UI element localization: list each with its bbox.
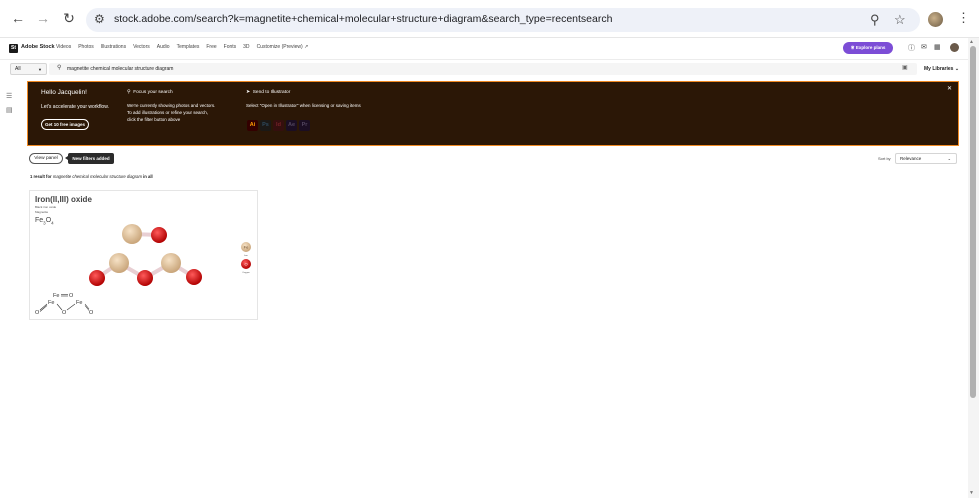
arrow-right-icon[interactable]: → <box>35 10 51 26</box>
apps-grid-icon[interactable]: ▦ <box>934 43 941 51</box>
send-illustrator-tip: ➤ Send to Illustrator Select "Open in Il… <box>246 90 361 108</box>
browser-toolbar: ← → ↻ ⚙ stock.adobe.com/search?k=magneti… <box>0 0 979 38</box>
oxygen-atom <box>89 270 105 286</box>
search-query[interactable]: magnetite chemical molecular structure d… <box>67 66 173 72</box>
search-icon: ⚲ <box>127 90 131 95</box>
molecule-illustration: Fe Iron O Oxygen Fe O O Fe O Fe O <box>35 224 251 316</box>
premiere-icon: Pr <box>299 120 310 131</box>
scrollbar-thumb[interactable] <box>970 46 976 398</box>
bell-icon[interactable]: ✉ <box>921 43 927 51</box>
search-icon: ⚲ <box>57 65 62 71</box>
chevron-down-icon: ⌄ <box>947 156 951 161</box>
banner-tagline: Let's accelerate your workflow. <box>41 104 109 110</box>
close-icon[interactable]: ✕ <box>947 85 952 92</box>
oxygen-atom <box>186 269 202 285</box>
struct-fe-left: Fe <box>48 300 54 306</box>
nav-free[interactable]: Free <box>206 44 216 50</box>
stock-header: St Adobe Stock Videos Photos Illustratio… <box>0 38 968 60</box>
nav-audio[interactable]: Audio <box>157 44 170 50</box>
nav-fonts[interactable]: Fonts <box>224 44 237 50</box>
nav-templates[interactable]: Templates <box>177 44 200 50</box>
photoshop-icon: Ps <box>260 120 271 131</box>
scroll-up-icon[interactable]: ▲ <box>969 39 974 45</box>
main-nav: Videos Photos Illustrations Vectors Audi… <box>56 44 308 50</box>
browser-menu-icon[interactable]: ⋮ <box>957 10 970 26</box>
reload-icon[interactable]: ↻ <box>61 10 77 26</box>
nav-vectors[interactable]: Vectors <box>133 44 150 50</box>
app-icons: Ai Ps Id Ae Pr <box>247 120 310 131</box>
nav-illustrations[interactable]: Illustrations <box>101 44 126 50</box>
user-avatar[interactable] <box>950 43 959 52</box>
struct-o-top: O <box>69 293 74 299</box>
sort-label: Sort by <box>878 156 891 161</box>
free-images-button[interactable]: Get 10 free images <box>41 119 89 130</box>
chevron-down-icon: ▼ <box>38 67 42 72</box>
star-icon[interactable]: ☆ <box>894 12 906 28</box>
promo-banner: ✕ Hello Jacquelin! Let's accelerate your… <box>27 81 959 146</box>
struct-o-mid: O <box>62 310 67 316</box>
filter-icon[interactable]: ☰ <box>6 92 12 100</box>
legend-iron-label: Iron <box>244 254 249 257</box>
adobe-stock-logo[interactable]: St <box>9 44 18 53</box>
iron-atom <box>109 253 129 273</box>
nav-photos[interactable]: Photos <box>78 44 94 50</box>
search-row: All ▼ ⚲ magnetite chemical molecular stru… <box>0 60 968 78</box>
library-icon[interactable]: ▤ <box>6 106 13 114</box>
zoom-icon[interactable]: ⚲ <box>870 12 880 28</box>
scope-select[interactable]: All ▼ <box>10 63 47 75</box>
help-icon[interactable]: ⓘ <box>908 43 915 53</box>
struct-fe-top: Fe <box>53 293 59 299</box>
oxygen-atom <box>137 270 153 286</box>
nav-customize[interactable]: Customize (Preview) ↗ <box>257 44 309 50</box>
profile-avatar[interactable] <box>928 12 943 27</box>
search-input[interactable]: ⚲ magnetite chemical molecular structure… <box>49 63 917 75</box>
send-icon: ➤ <box>246 90 251 95</box>
indesign-icon: Id <box>273 120 284 131</box>
arrow-left-icon[interactable]: ← <box>10 10 26 26</box>
visual-search-icon[interactable]: ▣ <box>902 64 908 71</box>
my-libraries-button[interactable]: My Libraries ⌄ <box>924 66 959 72</box>
legend-iron-symbol: Fe <box>244 245 249 250</box>
address-bar[interactable]: ⚙ stock.adobe.com/search?k=magnetite+che… <box>86 8 920 32</box>
sort-select[interactable]: Relevance ⌄ <box>895 153 957 164</box>
iron-atom <box>122 224 142 244</box>
view-panel-button[interactable]: View panel <box>29 153 63 164</box>
explore-plans-button[interactable]: ♕ Explore plans <box>843 42 893 54</box>
scroll-down-icon[interactable]: ▼ <box>969 490 974 496</box>
structural-formula: Fe O O Fe O Fe O <box>35 293 94 316</box>
oxygen-atom <box>151 227 167 243</box>
aftereffects-icon: Ae <box>286 120 297 131</box>
new-filters-tooltip: New filters added <box>65 153 114 164</box>
legend-oxygen-symbol: O <box>244 262 247 267</box>
nav-3d[interactable]: 3D <box>243 44 249 50</box>
iron-atom <box>161 253 181 273</box>
result-card[interactable]: Iron(II,III) oxide Black iron oxide Magn… <box>29 190 258 320</box>
focus-search-tip: ⚲ Focus your search We're currently show… <box>127 90 216 122</box>
struct-fe-right: Fe <box>76 300 82 306</box>
site-info-icon[interactable]: ⚙ <box>94 12 105 26</box>
struct-o-left: O <box>35 310 40 316</box>
banner-greeting: Hello Jacquelin! <box>41 89 87 96</box>
legend-oxygen-label: Oxygen <box>242 272 250 274</box>
result-count: 1 result for magnetite chemical molecula… <box>30 174 153 179</box>
logo-text[interactable]: Adobe Stock <box>21 44 55 50</box>
nav-videos[interactable]: Videos <box>56 44 71 50</box>
struct-o-right: O <box>89 310 94 316</box>
url-text[interactable]: stock.adobe.com/search?k=magnetite+chemi… <box>114 13 612 25</box>
illustrator-icon: Ai <box>247 120 258 131</box>
